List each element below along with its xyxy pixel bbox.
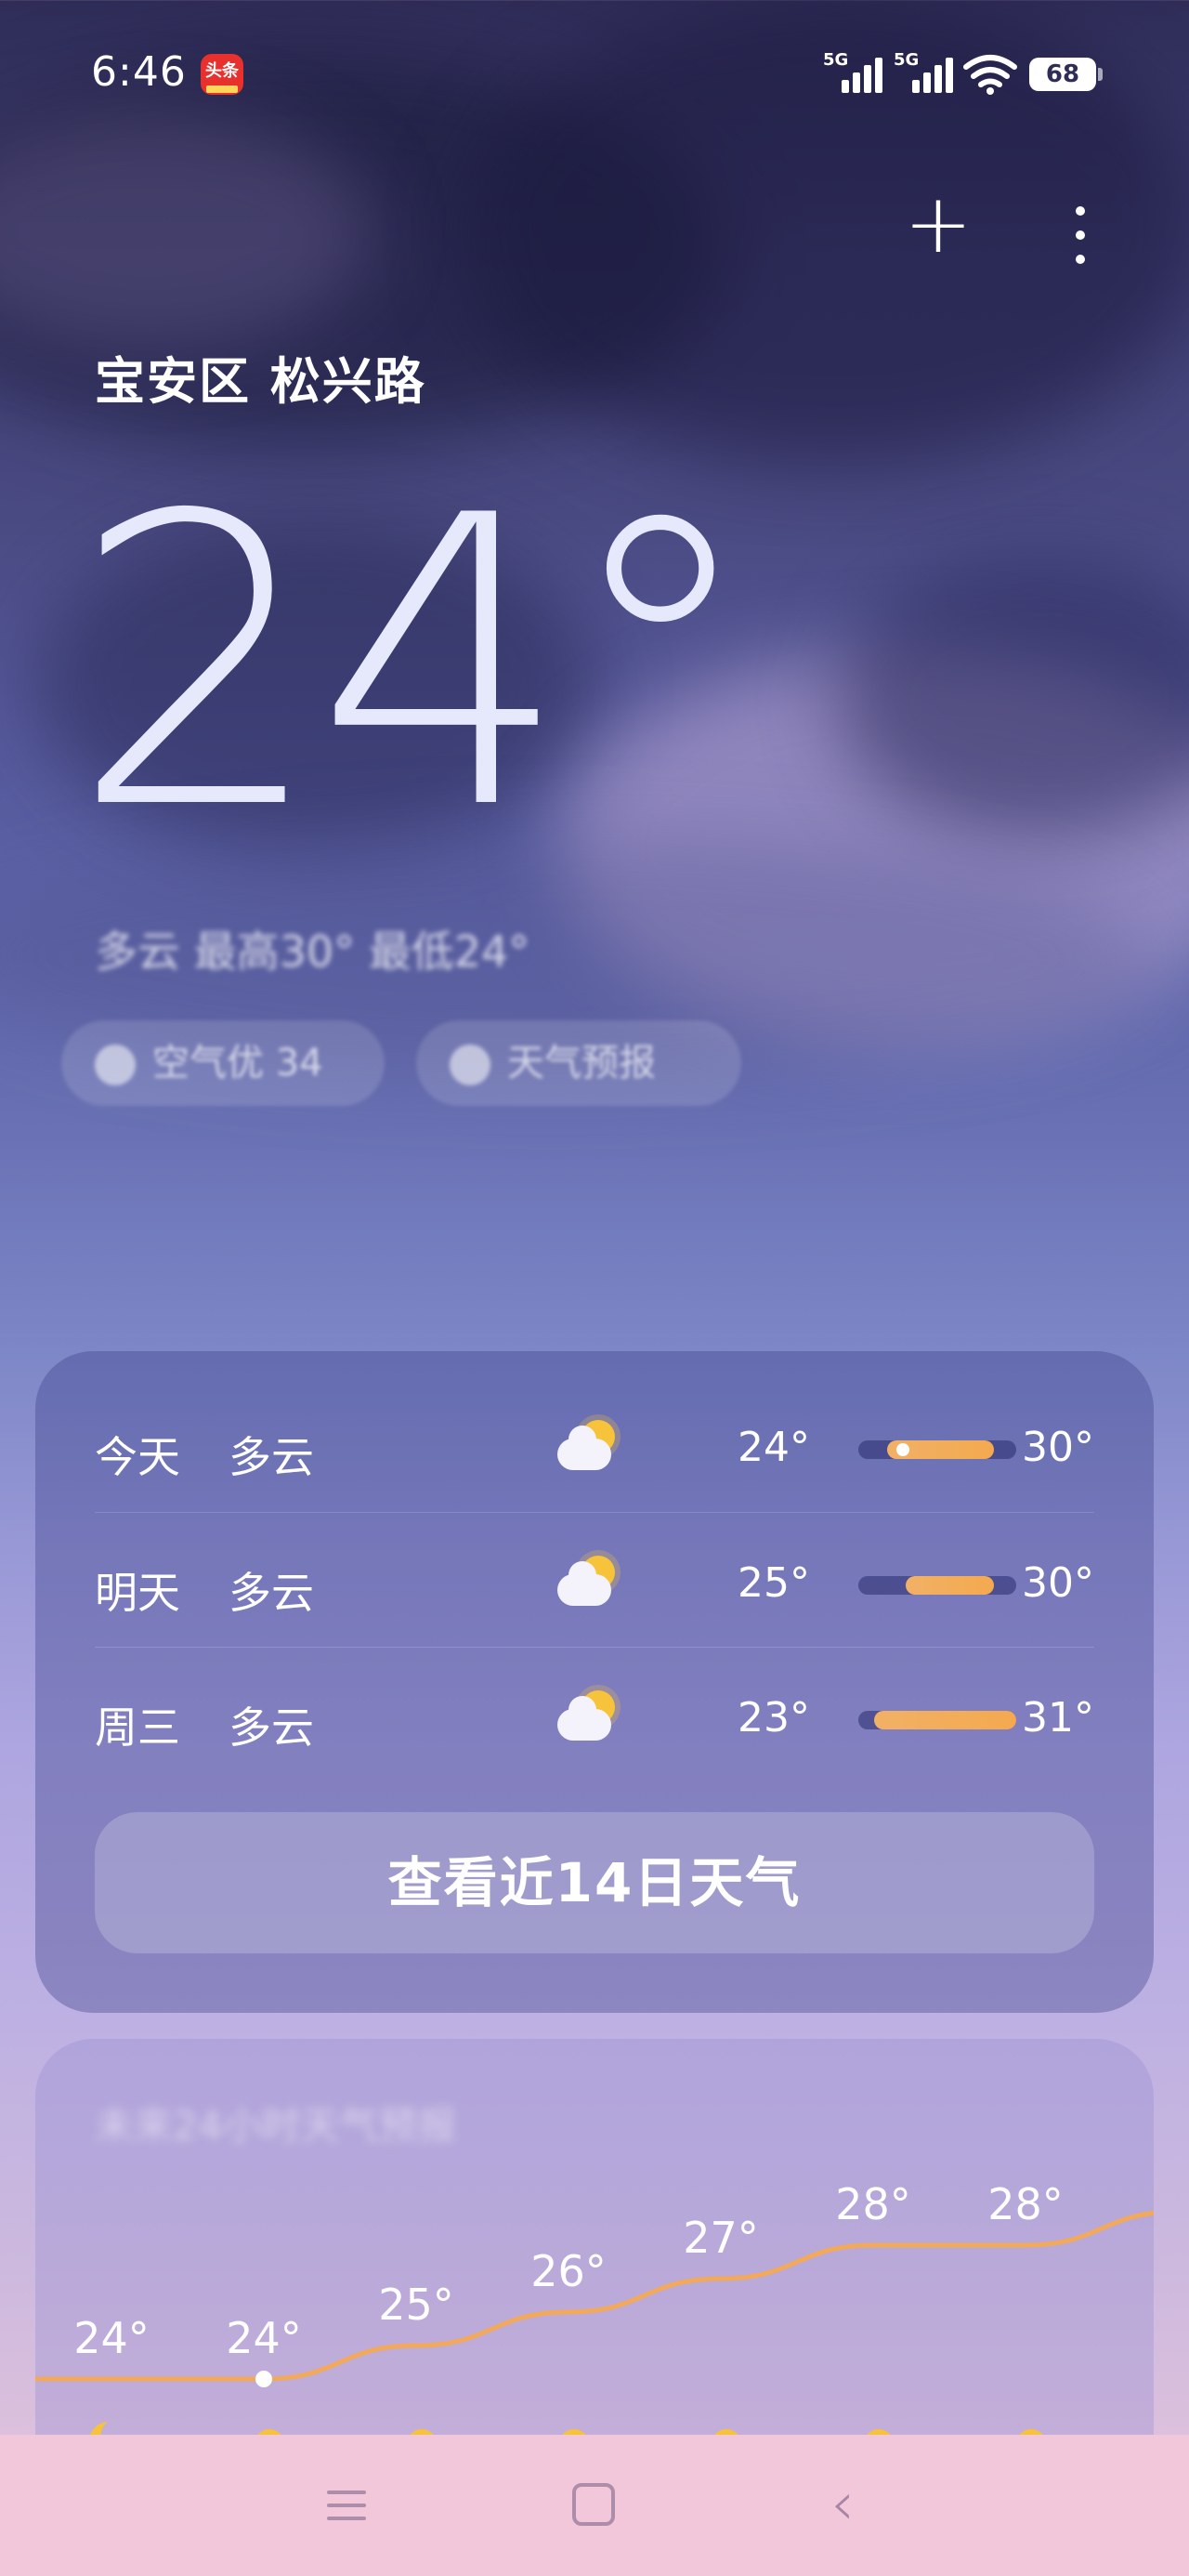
- toutiao-app-icon: 头条: [201, 54, 243, 95]
- recent-apps-button[interactable]: [314, 2472, 379, 2537]
- forecast-row-wednesday[interactable]: 周三 多云 23° 31°: [95, 1647, 1094, 1781]
- hourly-temp-label: 26°: [530, 2246, 607, 2296]
- low-temp: 24°: [738, 1424, 810, 1471]
- play-icon: [450, 1045, 490, 1085]
- cellular-signal-icon-2: 5G: [894, 50, 955, 97]
- partly-cloudy-icon: [554, 1552, 628, 1611]
- day-name: 明天: [95, 1568, 180, 1618]
- status-bar: 6:46 头条 5G 5G 68: [0, 0, 1189, 149]
- hourly-temp-label: 25°: [378, 2280, 454, 2330]
- current-temp-marker: [895, 1443, 909, 1456]
- view-14-day-forecast-button[interactable]: 查看近14日天气: [95, 1812, 1094, 1953]
- battery-icon: 68: [1029, 58, 1103, 91]
- partly-cloudy-icon: [554, 1687, 628, 1746]
- day-name: 今天: [95, 1432, 180, 1482]
- hourly-temp-label: 24°: [226, 2313, 302, 2363]
- low-temp: 25°: [738, 1559, 810, 1607]
- high-temp: 30°: [1022, 1424, 1094, 1471]
- hourly-temp-label: 27°: [683, 2213, 759, 2263]
- add-city-button[interactable]: +: [903, 183, 973, 265]
- partly-cloudy-icon: [554, 1416, 628, 1476]
- cellular-signal-icon: 5G: [823, 50, 884, 97]
- hourly-temp-label: 24°: [73, 2313, 150, 2363]
- leaf-icon: [95, 1045, 136, 1085]
- temp-range-bar: [858, 1576, 1016, 1595]
- location-title: 宝安区 松兴路: [95, 352, 426, 411]
- temp-range-bar: [858, 1440, 1016, 1459]
- home-button[interactable]: [572, 2483, 615, 2526]
- navigation-bar: ‹: [0, 2435, 1189, 2576]
- day-condition: 多云: [229, 1568, 314, 1618]
- back-button[interactable]: ‹: [810, 2472, 875, 2537]
- current-hour-marker: [255, 2371, 272, 2387]
- day-condition: 多云: [229, 1432, 314, 1482]
- wifi-icon: [963, 55, 1017, 95]
- temp-range-bar: [858, 1711, 1016, 1729]
- forecast-video-chip[interactable]: 天气预报: [416, 1020, 741, 1106]
- high-temp: 31°: [1022, 1694, 1094, 1741]
- daily-forecast-card: 今天 多云 24° 30° 明天 多云 25° 30° 周三 多云 23° 31…: [35, 1351, 1154, 2013]
- top-actions: +: [0, 177, 1189, 269]
- hourly-temp-label: 28°: [987, 2179, 1064, 2229]
- current-temperature: 24°: [71, 432, 760, 897]
- low-temp: 23°: [738, 1694, 810, 1741]
- forecast-row-today[interactable]: 今天 多云 24° 30°: [95, 1377, 1094, 1512]
- day-condition: 多云: [229, 1702, 314, 1753]
- day-name: 周三: [95, 1702, 180, 1753]
- condition-summary: 多云 最高30° 最低24°: [95, 927, 530, 977]
- high-temp: 30°: [1022, 1559, 1094, 1607]
- clock: 6:46: [91, 48, 187, 96]
- air-quality-chip[interactable]: 空气优 34: [61, 1020, 385, 1106]
- forecast-row-tomorrow[interactable]: 明天 多云 25° 30°: [95, 1512, 1094, 1647]
- hourly-temp-label: 28°: [835, 2179, 911, 2229]
- more-options-button[interactable]: [1066, 191, 1094, 264]
